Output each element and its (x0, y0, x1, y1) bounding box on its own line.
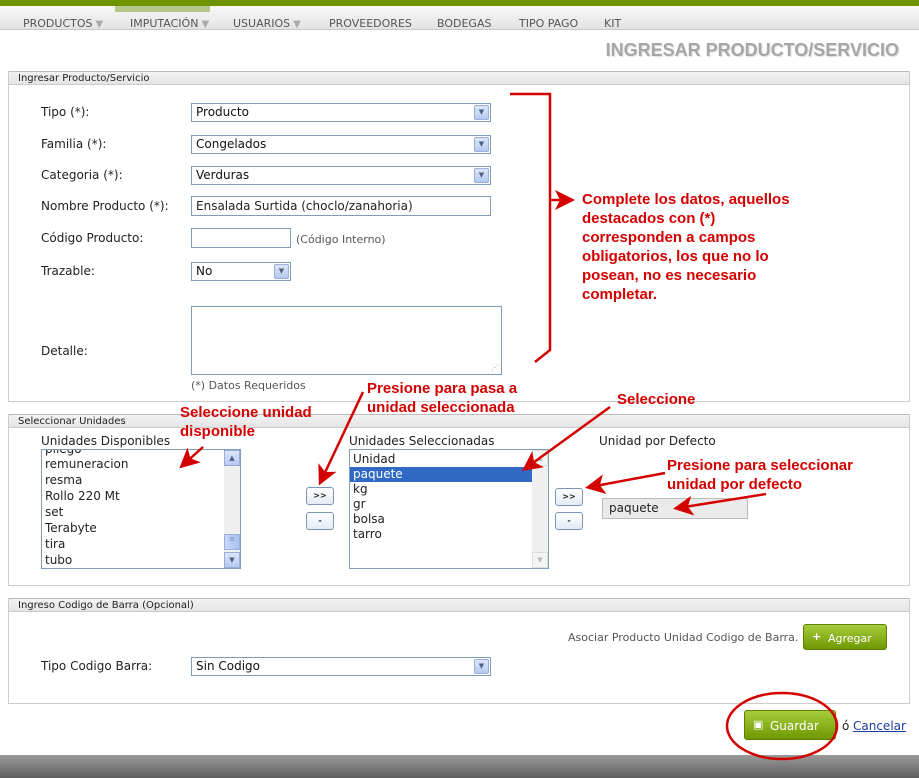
detalle-textarea[interactable]: ⋰ (191, 306, 502, 375)
familia-label: Familia (*): (41, 137, 107, 151)
nav-usuarios[interactable]: USUARIOS ▼ (233, 17, 301, 30)
familia-value: Congelados (196, 137, 267, 151)
available-units-list[interactable]: pliego remuneracion resma Rollo 220 Mt s… (41, 449, 241, 569)
cancel-link[interactable]: Cancelar (853, 719, 906, 733)
annotation-presione-defecto: Presione para seleccionar unidad por def… (667, 457, 853, 493)
remove-unit-button[interactable]: - (306, 512, 334, 530)
list-item[interactable]: kg (350, 482, 368, 497)
list-item[interactable]: set (42, 505, 63, 520)
main-nav: PRODUCTOS ▼ IMPUTACIÓN ▼ USUARIOS ▼ PROVEED… (0, 6, 919, 30)
barcode-fieldset: Ingreso Codigo de Barra (Opcional) (8, 598, 910, 704)
list-item[interactable]: Rollo 220 Mt (42, 489, 120, 504)
categoria-select[interactable]: Verduras ▼ (191, 166, 491, 185)
plus-icon: + (812, 630, 822, 643)
page-title: INGRESAR PRODUCTO/SERVICIO (605, 40, 899, 60)
list-item[interactable]: resma (42, 473, 82, 488)
chevron-down-icon[interactable]: ▼ (474, 168, 489, 183)
list-item[interactable]: Unidad (350, 452, 532, 467)
scroll-thumb[interactable]: ≡ (224, 534, 240, 550)
nav-kit[interactable]: KIT (604, 17, 621, 30)
annotation-presione-pasa: Presione para pasa a unidad seleccionada (367, 380, 518, 416)
associate-barcode-text: Asociar Producto Unidad Codigo de Barra. (568, 631, 799, 644)
agregar-label: Agregar (828, 632, 872, 645)
nav-tipo-pago[interactable]: TIPO PAGO (519, 17, 578, 30)
action-separator: ó (842, 719, 850, 733)
product-fieldset-legend: Ingresar Producto/Servicio (18, 73, 150, 84)
list-item[interactable]: gr (350, 497, 366, 512)
chevron-down-icon[interactable]: ▼ (274, 264, 289, 279)
scroll-down-icon[interactable]: ▼ (532, 552, 548, 568)
nav-imputacion-label: IMPUTACIÓN (130, 17, 199, 30)
default-unit-field: paquete (602, 498, 748, 519)
familia-select[interactable]: Congelados ▼ (191, 135, 491, 154)
detalle-label: Detalle: (41, 344, 88, 358)
chevron-down-icon[interactable]: ▼ (474, 105, 489, 120)
tipo-codigo-label: Tipo Codigo Barra: (41, 659, 153, 673)
list-item[interactable]: pliego (42, 450, 82, 457)
scroll-down-icon[interactable]: ▼ (224, 552, 240, 568)
agregar-button[interactable]: + Agregar (803, 624, 887, 650)
available-units-label: Unidades Disponibles (41, 434, 171, 448)
categoria-label: Categoria (*): (41, 168, 123, 182)
nav-usuarios-label: USUARIOS (233, 17, 291, 30)
trazable-select[interactable]: No ▼ (191, 262, 291, 281)
barcode-fieldset-legend: Ingreso Codigo de Barra (Opcional) (18, 600, 194, 611)
tipo-codigo-value: Sin Codigo (196, 659, 261, 673)
set-default-unit-button[interactable]: >> (555, 488, 583, 506)
list-item[interactable]: tarro (350, 527, 382, 542)
scroll-up-icon[interactable]: ▲ (224, 450, 240, 466)
tipo-value: Producto (196, 105, 249, 119)
nav-productos-label: PRODUCTOS (23, 17, 93, 30)
selected-units-scrollbar[interactable]: ▲ ▼ (532, 450, 548, 568)
chevron-down-icon: ▼ (95, 19, 104, 30)
units-fieldset-legend: Seleccionar Unidades (18, 416, 126, 427)
available-units-scrollbar[interactable]: ▲ ≡ ▼ (224, 450, 240, 568)
tipo-codigo-select[interactable]: Sin Codigo ▼ (191, 657, 491, 676)
selected-units-label: Unidades Seleccionadas (349, 434, 495, 448)
trazable-value: No (196, 264, 213, 278)
chevron-down-icon[interactable]: ▼ (474, 137, 489, 152)
save-label: Guardar (770, 719, 819, 733)
required-note: (*) Datos Requeridos (191, 379, 306, 392)
footer-bar (0, 755, 919, 778)
codigo-input[interactable] (191, 228, 291, 248)
resize-grip-icon[interactable]: ⋰ (491, 363, 499, 372)
save-button[interactable]: ▣ Guardar (744, 710, 836, 740)
annotation-seleccione: Seleccione (617, 391, 696, 408)
chevron-down-icon[interactable]: ▼ (474, 659, 489, 674)
nav-productos[interactable]: PRODUCTOS ▼ (23, 17, 103, 30)
codigo-hint: (Código Interno) (296, 233, 386, 246)
tipo-select[interactable]: Producto ▼ (191, 103, 491, 122)
trazable-label: Trazable: (41, 264, 95, 278)
list-item[interactable]: tubo (42, 553, 72, 568)
categoria-value: Verduras (196, 168, 250, 182)
scroll-up-icon[interactable]: ▲ (532, 450, 548, 466)
annotation-seleccione-unidad: Seleccione unidad disponible (180, 404, 312, 440)
clear-default-unit-button[interactable]: - (555, 512, 583, 530)
product-fieldset-header: Ingresar Producto/Servicio (9, 71, 909, 85)
nombre-input[interactable]: Ensalada Surtida (choclo/zanahoria) (191, 196, 491, 216)
list-item[interactable]: Terabyte (42, 521, 97, 536)
selected-units-list[interactable]: Unidad paquete kg gr bolsa tarro ▲ ▼ (349, 449, 549, 569)
list-item[interactable]: bolsa (350, 512, 385, 527)
annotation-complete: Complete los datos, aquellos destacados … (582, 191, 790, 303)
chevron-down-icon: ▼ (201, 19, 210, 30)
nav-proveedores[interactable]: PROVEEDORES (329, 17, 412, 30)
nav-imputacion[interactable]: IMPUTACIÓN ▼ (130, 17, 209, 30)
list-item[interactable]: tira (42, 537, 65, 552)
list-item[interactable]: remuneracion (42, 457, 129, 472)
chevron-down-icon: ▼ (293, 19, 301, 30)
add-unit-button[interactable]: >> (306, 487, 334, 505)
nav-bodegas[interactable]: BODEGAS (437, 17, 491, 30)
nombre-label: Nombre Producto (*): (41, 199, 169, 213)
tipo-label: Tipo (*): (41, 105, 90, 119)
barcode-fieldset-header: Ingreso Codigo de Barra (Opcional) (9, 598, 909, 612)
floppy-icon: ▣ (753, 718, 764, 731)
default-unit-label: Unidad por Defecto (599, 434, 716, 448)
list-item-selected[interactable]: paquete (350, 467, 532, 482)
nav-active-indicator (115, 6, 210, 12)
codigo-label: Código Producto: (41, 231, 144, 245)
